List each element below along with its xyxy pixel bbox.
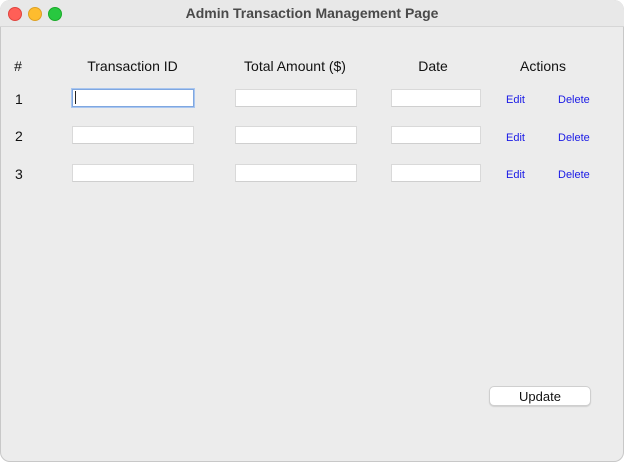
app-window: Admin Transaction Management Page # Tran… (0, 0, 624, 462)
date-field[interactable] (391, 89, 481, 107)
date-field[interactable] (391, 126, 481, 144)
total-amount-field[interactable] (235, 164, 357, 182)
row-number: 2 (15, 128, 23, 144)
header-total-amount: Total Amount ($) (244, 58, 346, 74)
header-transaction-id: Transaction ID (87, 58, 178, 74)
title-bar: Admin Transaction Management Page (0, 0, 624, 27)
row-number: 3 (15, 166, 23, 182)
transaction-id-field[interactable] (72, 164, 194, 182)
date-field[interactable] (391, 164, 481, 182)
header-num: # (14, 58, 22, 74)
header-actions: Actions (520, 58, 566, 74)
window-title: Admin Transaction Management Page (185, 5, 439, 21)
transaction-id-field[interactable] (72, 126, 194, 144)
total-amount-field[interactable] (235, 126, 357, 144)
edit-link[interactable]: Edit (506, 169, 525, 181)
delete-link[interactable]: Delete (558, 169, 590, 181)
edit-link[interactable]: Edit (506, 132, 525, 144)
text-caret (75, 91, 76, 104)
update-button[interactable]: Update (489, 386, 591, 406)
delete-link[interactable]: Delete (558, 94, 590, 106)
row-number: 1 (15, 91, 23, 107)
edit-link[interactable]: Edit (506, 94, 525, 106)
transaction-id-field[interactable] (72, 89, 194, 107)
header-date: Date (418, 58, 448, 74)
total-amount-field[interactable] (235, 89, 357, 107)
delete-link[interactable]: Delete (558, 132, 590, 144)
